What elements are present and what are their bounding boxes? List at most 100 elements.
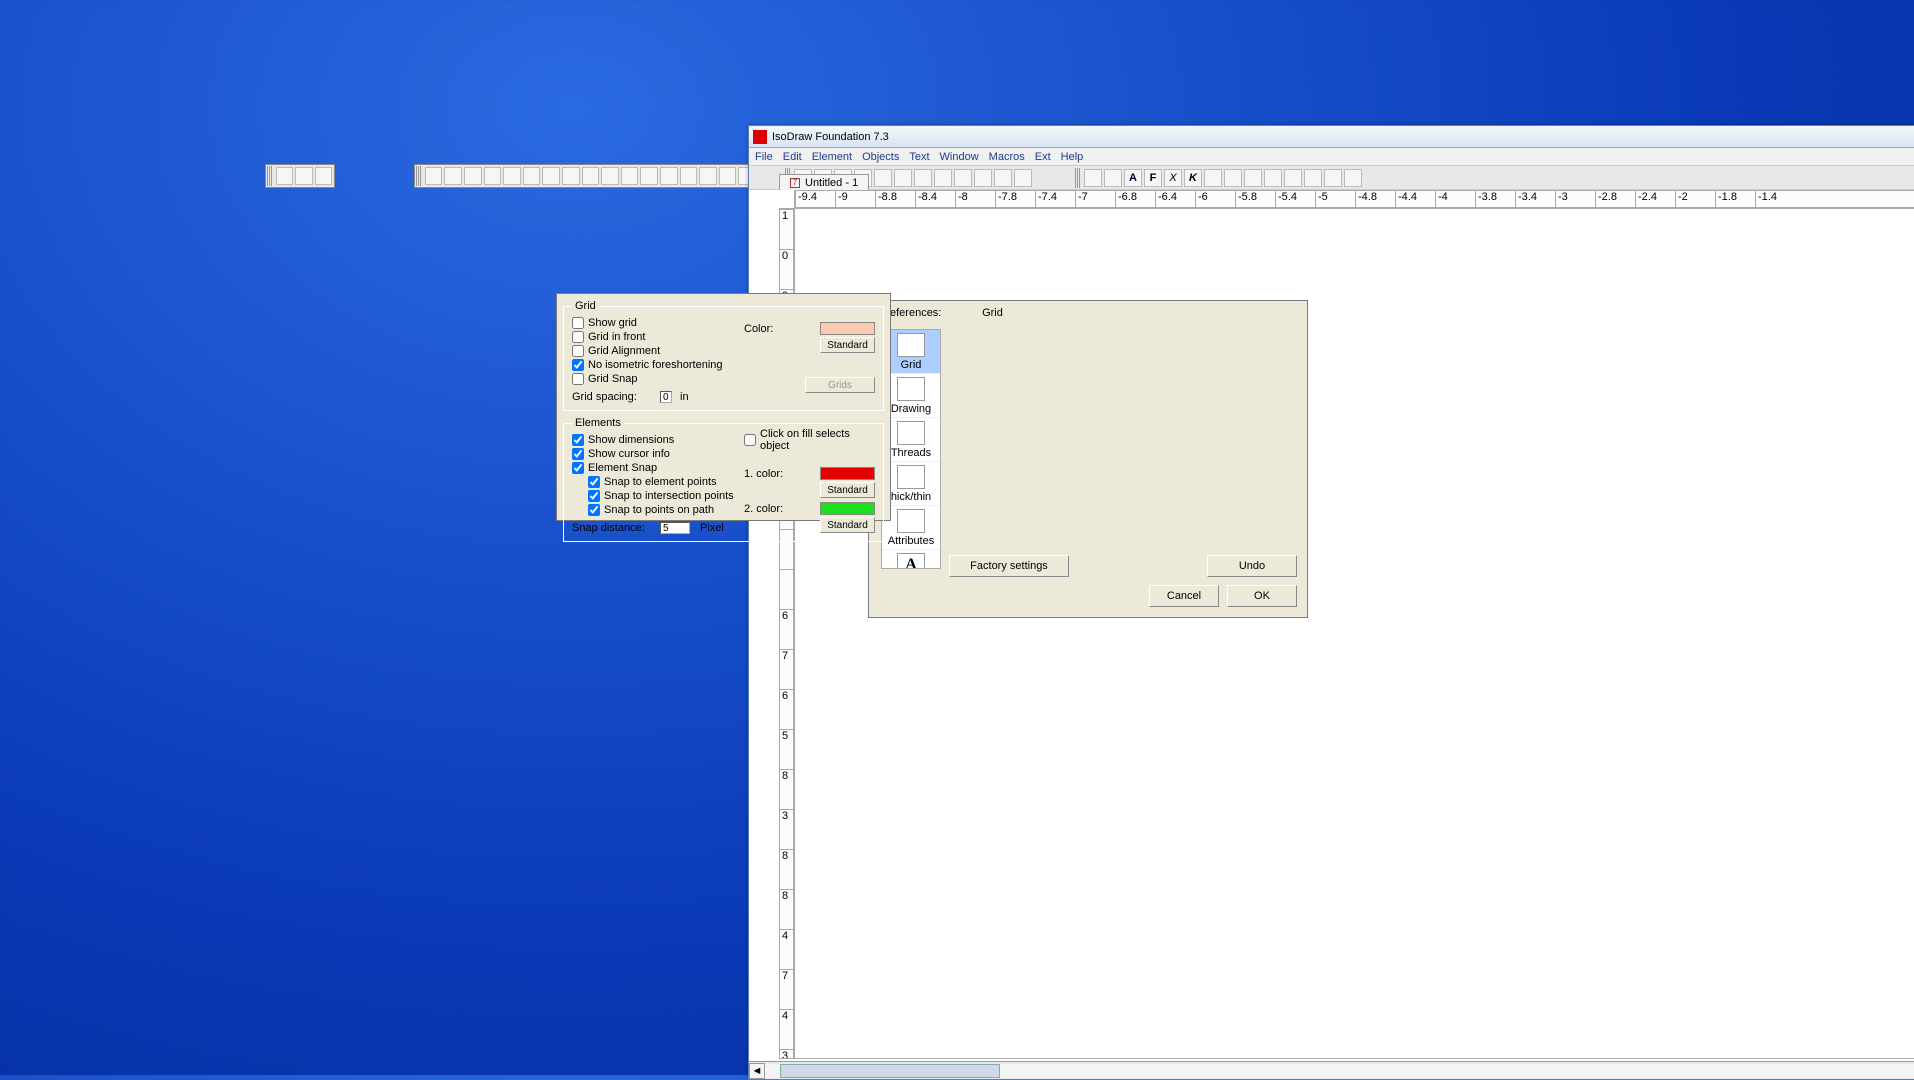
align-left-button[interactable]	[1204, 169, 1222, 187]
menu-objects[interactable]: Objects	[862, 151, 899, 163]
preferences-section: Grid	[982, 307, 1003, 319]
grid-spacing-input[interactable]	[660, 391, 672, 403]
grid-color-swatch[interactable]	[820, 322, 875, 335]
tool-button[interactable]	[464, 167, 482, 185]
tool-button[interactable]	[523, 167, 541, 185]
tool-button[interactable]	[562, 167, 580, 185]
tool-button[interactable]	[894, 169, 912, 187]
grid-color-standard-button[interactable]: Standard	[820, 337, 875, 353]
tool-button[interactable]	[484, 167, 502, 185]
font-button[interactable]: A	[1124, 169, 1142, 187]
toolbar-grip-icon[interactable]	[1075, 168, 1080, 188]
factory-settings-button[interactable]: Factory settings	[949, 555, 1069, 577]
tool-button[interactable]	[974, 169, 992, 187]
font-size-up-button[interactable]	[1084, 169, 1102, 187]
tool-button[interactable]	[914, 169, 932, 187]
tool-button[interactable]	[542, 167, 560, 185]
align-center-button[interactable]	[1224, 169, 1242, 187]
menu-window[interactable]: Window	[940, 151, 979, 163]
tool-button[interactable]	[680, 167, 698, 185]
preferences-header: Preferences: Grid	[869, 301, 1307, 319]
click-fill-row[interactable]: Click on fill selects object	[744, 433, 875, 447]
bolditalic-button[interactable]: K	[1184, 169, 1202, 187]
bold-button[interactable]: F	[1144, 169, 1162, 187]
menu-macros[interactable]: Macros	[989, 151, 1025, 163]
close-tab-icon[interactable]: 7	[790, 178, 800, 188]
snap-path-checkbox[interactable]	[588, 504, 600, 516]
grid-spacing-unit: in	[680, 391, 689, 403]
app-logo-icon	[753, 130, 767, 144]
tool-button[interactable]	[874, 169, 892, 187]
tool-button[interactable]	[1014, 169, 1032, 187]
color2-swatch[interactable]	[820, 502, 875, 515]
show-dims-checkbox[interactable]	[572, 434, 584, 446]
tool-button[interactable]	[640, 167, 658, 185]
show-cursor-checkbox[interactable]	[572, 448, 584, 460]
horizontal-ruler[interactable]: -9.4-9-8.8-8.4-8-7.8-7.4-7-6.8-6.4-6-5.8…	[794, 190, 1914, 208]
tool-button[interactable]	[315, 167, 332, 185]
floating-toolbar-1[interactable]	[265, 164, 335, 188]
element-snap-checkbox[interactable]	[572, 462, 584, 474]
elements-fieldset: Elements Show dimensions Show cursor inf…	[563, 417, 884, 542]
tool-button[interactable]	[719, 167, 737, 185]
align-justify-button[interactable]	[1264, 169, 1282, 187]
show-grid-checkbox[interactable]	[572, 317, 584, 329]
floating-toolbar-2[interactable]	[414, 164, 759, 188]
grid-snap-checkbox[interactable]	[572, 373, 584, 385]
tool-button[interactable]	[934, 169, 952, 187]
text-toolbar[interactable]: A F X K	[1074, 167, 1364, 189]
grids-button[interactable]: Grids	[805, 377, 875, 393]
tool-button[interactable]	[295, 167, 312, 185]
toolbar-grip-icon[interactable]	[267, 166, 272, 186]
elements-legend: Elements	[572, 417, 624, 429]
tool-button[interactable]	[276, 167, 293, 185]
snap-intersect-checkbox[interactable]	[588, 490, 600, 502]
drawing-icon	[897, 377, 925, 401]
toolbar-grip-icon[interactable]	[416, 166, 421, 186]
font-size-down-button[interactable]	[1104, 169, 1122, 187]
cancel-button[interactable]: Cancel	[1149, 585, 1219, 607]
tool-button[interactable]	[1304, 169, 1322, 187]
nav-textformat[interactable]: AText Format	[882, 550, 940, 569]
menu-help[interactable]: Help	[1061, 151, 1084, 163]
tool-button[interactable]	[994, 169, 1012, 187]
tool-button[interactable]	[503, 167, 521, 185]
grid-in-front-checkbox[interactable]	[572, 331, 584, 343]
scroll-track[interactable]	[765, 1064, 1914, 1078]
tool-button[interactable]	[660, 167, 678, 185]
align-right-button[interactable]	[1244, 169, 1262, 187]
tool-button[interactable]	[582, 167, 600, 185]
click-fill-checkbox[interactable]	[744, 434, 756, 446]
horizontal-scrollbar[interactable]: ◄ ►	[749, 1061, 1914, 1079]
document-tab[interactable]: 7 Untitled - 1	[779, 174, 869, 190]
color2-standard-button[interactable]: Standard	[820, 517, 875, 533]
snap-points-checkbox[interactable]	[588, 476, 600, 488]
tool-button[interactable]	[1284, 169, 1302, 187]
tool-button[interactable]	[1344, 169, 1362, 187]
no-iso-checkbox[interactable]	[572, 359, 584, 371]
scroll-thumb[interactable]	[780, 1064, 1000, 1078]
menu-edit[interactable]: Edit	[783, 151, 802, 163]
tool-button[interactable]	[601, 167, 619, 185]
tool-button[interactable]	[1324, 169, 1342, 187]
menu-ext[interactable]: Ext	[1035, 151, 1051, 163]
textformat-icon: A	[897, 553, 925, 569]
tool-button[interactable]	[699, 167, 717, 185]
menu-file[interactable]: File	[755, 151, 773, 163]
menu-text[interactable]: Text	[909, 151, 929, 163]
nav-scrollbar[interactable]	[940, 330, 941, 568]
italic-button[interactable]: X	[1164, 169, 1182, 187]
titlebar[interactable]: IsoDraw Foundation 7.3 — ☐ ✕	[749, 126, 1914, 148]
tool-button[interactable]	[425, 167, 443, 185]
color1-standard-button[interactable]: Standard	[820, 482, 875, 498]
tool-button[interactable]	[444, 167, 462, 185]
menu-element[interactable]: Element	[812, 151, 852, 163]
tool-button[interactable]	[621, 167, 639, 185]
tool-button[interactable]	[954, 169, 972, 187]
grid-alignment-checkbox[interactable]	[572, 345, 584, 357]
color1-swatch[interactable]	[820, 467, 875, 480]
scroll-left-button[interactable]: ◄	[749, 1063, 765, 1079]
ok-button[interactable]: OK	[1227, 585, 1297, 607]
snap-distance-input[interactable]	[660, 522, 690, 534]
undo-button[interactable]: Undo	[1207, 555, 1297, 577]
